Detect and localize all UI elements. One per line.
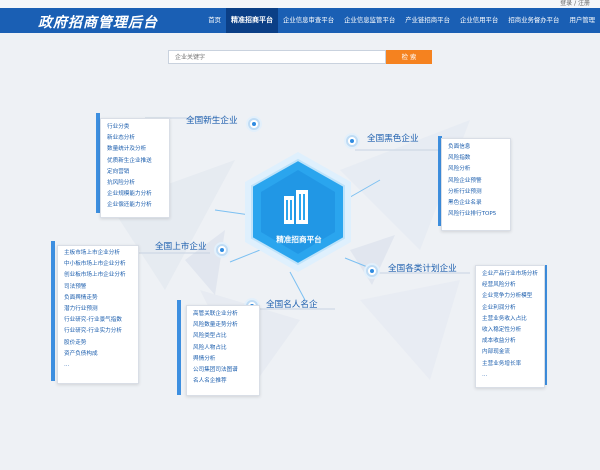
item-link[interactable]: 主板市场上市企业分析 [58,248,138,259]
item-link[interactable]: 名人名企推荐 [187,376,259,387]
item-link[interactable]: 企业利润分析 [476,303,544,314]
panel-new: 行业分类 新业态分析 数量统计及分析 优质新生企业推送 定向营销 抗风险分析 企… [100,118,170,218]
item-link[interactable]: 新业态分析 [101,133,169,144]
connector-line [214,209,251,216]
item-link[interactable]: 企业规模能力分析 [101,189,169,200]
panel-accent [177,300,181,395]
item-link[interactable]: 司法预警 [58,282,138,293]
item-link[interactable]: 风险数量走势分析 [187,320,259,331]
category-title-listed[interactable]: 全国上市企业 [155,240,207,252]
item-link[interactable]: 收入稳定性分析 [476,325,544,336]
item-link[interactable]: ... [58,360,138,371]
item-link[interactable]: 主营业务增长率 [476,359,544,370]
item-link[interactable]: 主营业务收入占比 [476,314,544,325]
deco-shape [360,280,460,380]
item-link[interactable]: 行业研究-行业景气指数 [58,315,138,326]
item-link[interactable]: 创业板市场上市企业分析 [58,270,138,281]
category-title-famous[interactable]: 全国名人名企 [266,298,318,310]
item-link[interactable]: 资产负债构成 [58,349,138,360]
panel-listed: 主板市场上市企业分析 中小板市场上市企业分析 创业板市场上市企业分析 司法预警 … [57,245,139,384]
item-link[interactable]: 黑色企业名录 [442,198,510,209]
item-link[interactable]: 抗风险分析 [101,178,169,189]
item-link[interactable]: 高管关联企业分析 [187,309,259,320]
connector-line [289,271,306,301]
item-link[interactable]: 行业分类 [101,122,169,133]
node-dot-listed[interactable] [216,244,228,256]
category-title-new[interactable]: 全国新生企业 [186,114,238,126]
deco-shape [350,235,395,285]
node-dot-black[interactable] [346,135,358,147]
item-link[interactable]: 负面信息 [442,142,510,153]
panel-accent [51,241,55,381]
panel-black: 负面信息 风险指数 风险分析 风险企业预警 分析行业预测 黑色企业名录 风险行业… [441,138,511,231]
item-link[interactable]: 风险指数 [442,153,510,164]
item-link[interactable]: 分析行业预测 [442,187,510,198]
node-dot-plan[interactable] [366,265,378,277]
panel-plan: 企业产品行业市场分析 经营风险分析 企业竞争力分析模型 企业利润分析 主营业务收… [475,265,545,388]
item-link[interactable]: 定向营销 [101,167,169,178]
item-link[interactable]: 优质新生企业推送 [101,156,169,167]
item-link[interactable]: 公司集团司法图谱 [187,365,259,376]
item-link[interactable]: 舆情分析 [187,354,259,365]
category-title-plan[interactable]: 全国各类计划企业 [388,262,457,274]
item-link[interactable]: 企业产品行业市场分析 [476,269,544,280]
item-link[interactable]: 风险行业排行TOP5 [442,209,510,220]
item-link[interactable]: 潜力行业预测 [58,304,138,315]
item-link[interactable]: 股价走势 [58,338,138,349]
item-link[interactable]: 成本收益分析 [476,336,544,347]
item-link[interactable]: 企业竞争力分析模型 [476,291,544,302]
item-link[interactable]: 风险企业预警 [442,176,510,187]
item-link[interactable]: 内部现金流 [476,347,544,358]
item-link[interactable]: 数量统计及分析 [101,144,169,155]
item-link[interactable]: 企业偿还能力分析 [101,200,169,211]
item-link[interactable]: 风险人物占比 [187,343,259,354]
category-title-black[interactable]: 全国黑色企业 [367,132,419,144]
item-link[interactable]: 经营风险分析 [476,280,544,291]
item-link[interactable]: 风险分析 [442,164,510,175]
item-link[interactable]: 负面舆情走势 [58,293,138,304]
node-dot-new[interactable] [248,118,260,130]
item-link[interactable]: 风险类型占比 [187,331,259,342]
connector-line [229,249,261,263]
item-link[interactable]: 行业研究-行业实力分析 [58,326,138,337]
item-link[interactable]: 中小板市场上市企业分析 [58,259,138,270]
panel-famous: 高管关联企业分析 风险数量走势分析 风险类型占比 风险人物占比 舆情分析 公司集… [186,305,260,396]
item-link[interactable]: ... [476,370,544,381]
center-platform-label: 精准招商平台 [276,235,322,244]
